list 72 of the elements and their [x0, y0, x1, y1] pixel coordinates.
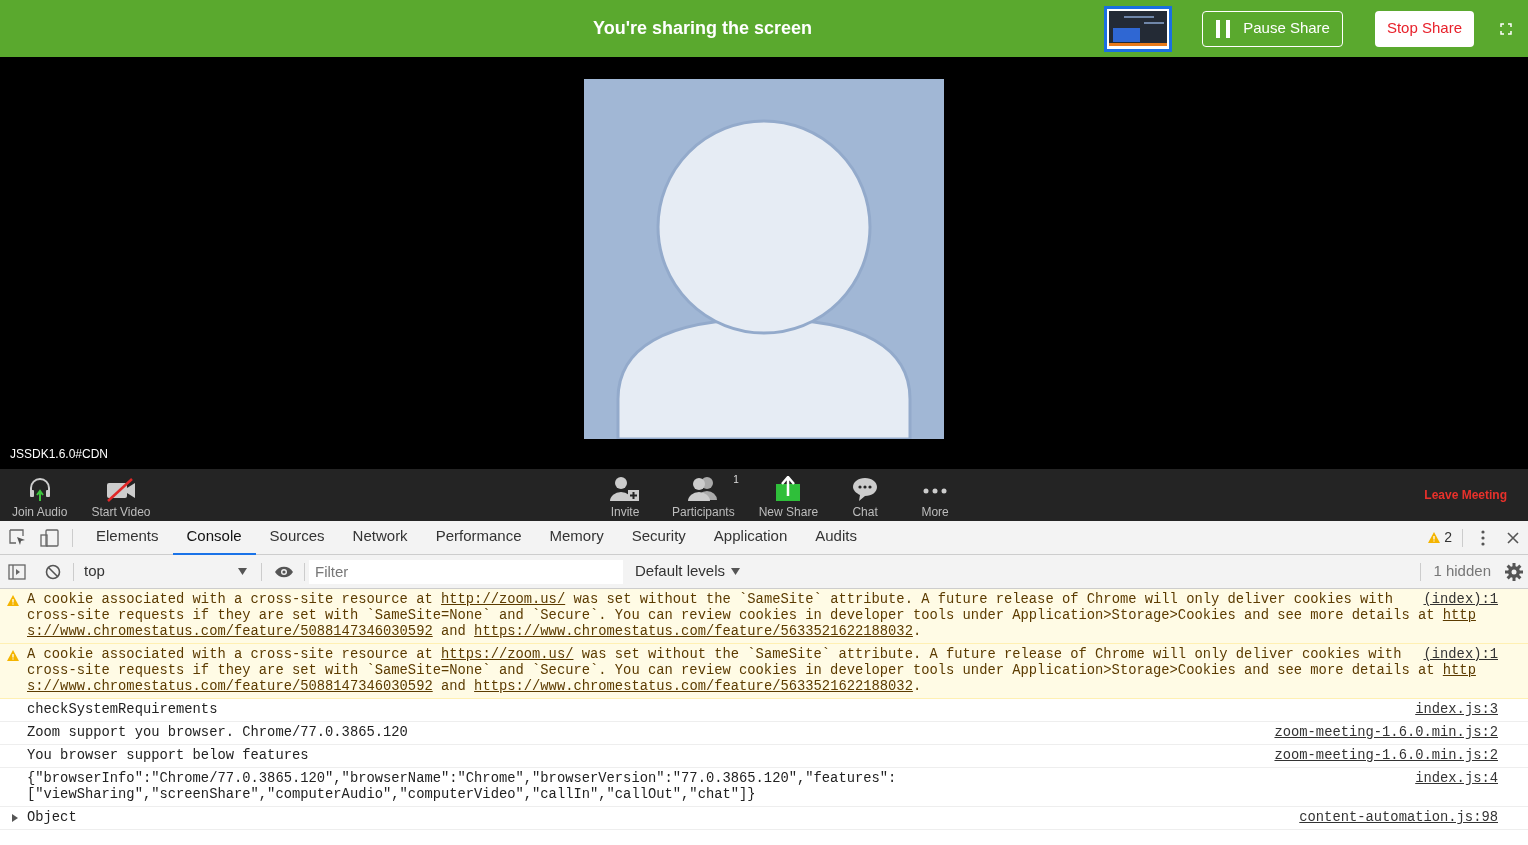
message-link[interactable]: s://www.chromestatus.com/feature/5088147346030592	[27, 679, 433, 694]
warning-icon	[7, 650, 19, 661]
settings-icon[interactable]	[1505, 562, 1523, 581]
devtools-tab[interactable]: Sources	[255, 520, 339, 555]
source-link[interactable]: zoom-meeting-1.6.0.min.js:2	[1274, 725, 1498, 741]
toolbar-button[interactable]: New Share	[746, 470, 831, 520]
toolbar-button[interactable]: Join Audio	[0, 470, 80, 520]
message-line: ["viewSharing","screenShare","computerAudio","computerVideo","callIn","callOut","chat"]}	[27, 787, 756, 803]
message-link[interactable]: http	[1442, 663, 1476, 678]
warning-icon	[1428, 532, 1441, 543]
sidebar-toggle-icon[interactable]	[8, 563, 26, 580]
source-link[interactable]: index.js:4	[1415, 771, 1498, 787]
share-screen-icon	[774, 476, 803, 502]
message-link[interactable]: http	[1442, 608, 1476, 623]
camera-off-icon	[104, 478, 137, 502]
warning-icon	[7, 595, 19, 606]
message-link[interactable]: http://zoom.us/	[441, 592, 566, 607]
clear-console-icon[interactable]	[45, 563, 61, 580]
source-link[interactable]: index.js:3	[1415, 702, 1498, 718]
devtools-tab[interactable]: Audits	[801, 520, 871, 555]
filter-field[interactable]: Filter	[309, 559, 623, 584]
participant-count: 1	[733, 473, 739, 487]
sharing-title: You're sharing the screen	[593, 17, 812, 40]
message-line: {"browserInfo":"Chrome/77.0.3865.120","browserName":"Chrome","browserVersion":"77.0.3865.120","features":	[27, 771, 897, 787]
devtools-tab[interactable]: Memory	[535, 520, 618, 555]
message-line: s://www.chromestatus.com/feature/5088147346030592 and https://www.chromestatus.com/feature/5633521622188032.	[27, 624, 922, 640]
toolbar-button[interactable]: Chat	[830, 470, 901, 520]
devtools-tab[interactable]: Performance	[421, 520, 536, 555]
hidden-count: 1 hidden	[1433, 561, 1491, 582]
chat-bubble-icon	[851, 476, 880, 502]
message-line: Zoom support you browser. Chrome/77.0.3865.120	[27, 725, 408, 741]
devtools-tab[interactable]: Application	[699, 520, 802, 555]
pause-icon	[1215, 19, 1232, 38]
context-select[interactable]: top	[84, 560, 247, 583]
leave-meeting-button[interactable]: Leave Meeting	[1424, 486, 1507, 504]
levels-dropdown[interactable]: Default levels	[635, 560, 741, 583]
add-person-icon	[610, 476, 640, 502]
message-line: You browser support below features	[27, 748, 309, 764]
sdk-label: JSSDK1.6.0#CDN	[10, 446, 109, 463]
expand-icon[interactable]	[1500, 22, 1512, 35]
message-line: A cookie associated with a cross-site resource at https://zoom.us/ was set without the `SameSite` attribute. A future release of Chrome will only deliver cookies with	[27, 647, 1402, 663]
toolbar-button[interactable]: Start Video	[79, 470, 163, 520]
close-icon[interactable]	[1507, 531, 1519, 544]
toolbar-button[interactable]: Invite	[590, 470, 660, 520]
stop-share-button[interactable]: Stop Share	[1374, 10, 1474, 47]
warning-count[interactable]: 2	[1444, 527, 1452, 548]
caret-icon	[238, 568, 247, 575]
source-link[interactable]: (index):1	[1423, 592, 1498, 608]
message-line: A cookie associated with a cross-site resource at http://zoom.us/ was set without the `SameSite` attribute. A future release of Chrome will only deliver cookies with	[27, 592, 1394, 608]
caret-icon	[731, 568, 741, 575]
message-line: cross-site requests if they are set with `SameSite=None` and `Secure`. You can review cookies in developer tools under Application>Storage>Cookies and see more details at http	[27, 608, 1476, 624]
message-link[interactable]: https://www.chromestatus.com/feature/5633521622188032	[474, 679, 913, 694]
message-line: s://www.chromestatus.com/feature/5088147346030592 and https://www.chromestatus.com/feature/5633521622188032.	[27, 679, 922, 695]
people-icon	[688, 476, 719, 502]
kebab-menu-icon[interactable]	[1481, 529, 1485, 546]
message-link[interactable]: https://zoom.us/	[441, 647, 574, 662]
source-link[interactable]: content-automation.js:98	[1299, 810, 1498, 826]
device-toggle-icon[interactable]	[40, 528, 60, 547]
devtools-tab[interactable]: Elements	[82, 520, 173, 555]
inspect-icon[interactable]	[9, 528, 27, 547]
message-link[interactable]: https://www.chromestatus.com/feature/5633521622188032	[474, 624, 913, 639]
devtools-tab[interactable]: Security	[617, 520, 700, 555]
toolbar-button[interactable]: More	[900, 470, 971, 520]
eye-icon[interactable]	[274, 564, 294, 579]
source-link[interactable]: zoom-meeting-1.6.0.min.js:2	[1274, 748, 1498, 764]
source-link[interactable]: (index):1	[1423, 647, 1498, 663]
toolbar-button[interactable]: 1 Participants	[660, 470, 747, 520]
message-line: checkSystemRequirements	[27, 702, 218, 718]
message-line: Object	[27, 810, 77, 826]
devtools-tab[interactable]: Network	[338, 520, 422, 555]
message-link[interactable]: s://www.chromestatus.com/feature/5088147346030592	[27, 624, 433, 639]
message-line: cross-site requests if they are set with `SameSite=None` and `Secure`. You can review cookies in developer tools under Application>Storage>Cookies and see more details at http	[27, 663, 1476, 679]
